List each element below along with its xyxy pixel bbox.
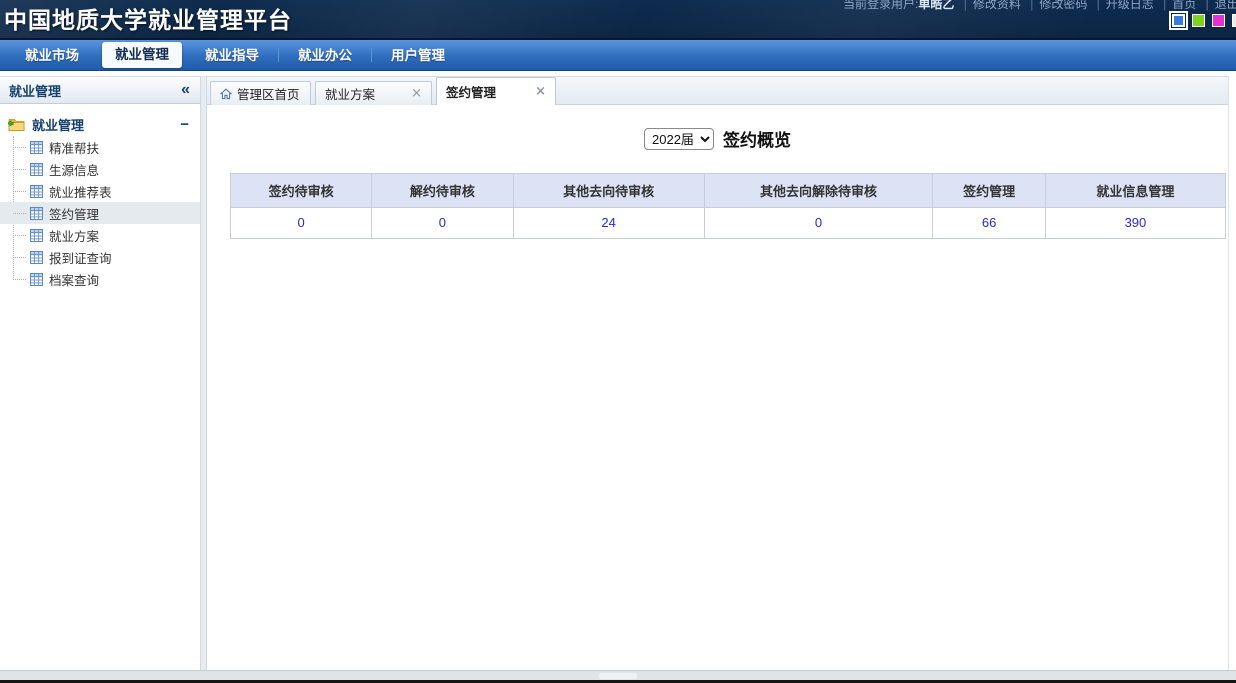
tree-collapse-toggle[interactable]: − (180, 116, 189, 133)
sidebar-item-student-source-info[interactable]: 生源信息 (0, 158, 200, 180)
table-cell: 0 (229, 207, 373, 239)
table-cell: 0 (371, 207, 514, 239)
sidebar-item-employment-plan[interactable]: 就业方案 (0, 224, 200, 246)
table-cell: 66 (932, 207, 1046, 239)
graduation-year-select[interactable]: 2022届 (644, 127, 714, 150)
table-header-row: 签约待审核 解约待审核 其他去向待审核 其他去向解除待审核 签约管理 就业信息管… (229, 173, 1227, 208)
count-link-other-release-pending[interactable]: 0 (815, 215, 822, 230)
col-header-pending-cancel: 解约待审核 (371, 173, 514, 208)
splitter-grip (599, 673, 637, 679)
main-nav: 就业市场 就业管理 就业指导 就业办公 用户管理 (0, 40, 1236, 71)
nav-separator (278, 48, 279, 62)
table-cell: 390 (1044, 207, 1227, 239)
theme-swatch-green[interactable] (1192, 14, 1205, 27)
sidebar-collapse-icon[interactable]: « (181, 82, 190, 98)
tab-strip: 管理区首页 就业方案 × 签约管理 × (207, 76, 1228, 105)
sidebar-item-label: 报到证查询 (49, 251, 112, 266)
tab-admin-home[interactable]: 管理区首页 (210, 81, 311, 105)
sidebar-item-archive-query[interactable]: 档案查询 (0, 268, 200, 290)
col-header-other-pending: 其他去向待审核 (512, 173, 705, 208)
link-separator: | (1030, 0, 1034, 11)
count-link-pending-sign[interactable]: 0 (298, 215, 305, 230)
change-password-link[interactable]: 修改密码 (1039, 0, 1087, 11)
home-link[interactable]: 首页 (1172, 0, 1196, 11)
tree-root-label: 就业管理 (32, 117, 85, 133)
tab-content: 2022届 签约概览 签约待审核 解约待审核 其他去向待审核 其他去向解除待审核… (207, 105, 1228, 670)
tab-label: 管理区首页 (237, 88, 300, 102)
count-link-employment-info[interactable]: 390 (1125, 215, 1147, 230)
link-separator: | (1205, 0, 1209, 11)
link-separator: | (963, 0, 967, 11)
table-cell: 24 (512, 207, 705, 239)
count-link-pending-cancel[interactable]: 0 (439, 215, 446, 230)
grid-icon (30, 250, 43, 264)
link-separator: | (1096, 0, 1100, 11)
page-title: 中国地质大学就业管理平台 (4, 7, 292, 33)
col-header-pending-sign: 签约待审核 (229, 173, 373, 208)
link-separator: | (1163, 0, 1167, 11)
edit-profile-link[interactable]: 修改资料 (973, 0, 1021, 11)
theme-swatch-light[interactable] (1232, 14, 1236, 27)
sidebar-item-recommendation-form[interactable]: 就业推荐表 (0, 180, 200, 202)
nav-separator (371, 48, 372, 62)
table-value-row: 0 0 24 0 66 390 (229, 207, 1227, 239)
nav-item-user-management[interactable]: 用户管理 (374, 40, 462, 71)
tab-label: 签约管理 (446, 86, 497, 100)
tab-contract-management[interactable]: 签约管理 × (436, 77, 556, 105)
grid-icon (30, 228, 43, 242)
tree-children: 精准帮扶 生源信息 就业推荐表 签约管理 就业方案 报到证查询 档案查询 (0, 136, 200, 290)
overview-heading: 签约概览 (723, 131, 791, 150)
col-header-other-release-pending: 其他去向解除待审核 (703, 173, 934, 208)
folder-icon (8, 117, 25, 131)
sidebar-title: 就业管理 (9, 83, 62, 99)
tab-employment-plan[interactable]: 就业方案 × (315, 81, 432, 105)
current-user-name: 单皓乙 (918, 0, 955, 11)
grid-icon (30, 272, 43, 286)
grid-icon (30, 162, 43, 176)
sidebar-item-label: 签约管理 (49, 207, 100, 222)
nav-item-employment-management[interactable]: 就业管理 (102, 42, 182, 68)
theme-picker (1169, 11, 1236, 30)
sidebar-resize-handle[interactable] (200, 76, 207, 670)
logout-link[interactable]: 退出 (1215, 0, 1236, 11)
grid-icon (30, 206, 43, 220)
overview-bar: 2022届 签约概览 (207, 126, 1228, 151)
grid-icon (30, 184, 43, 198)
col-header-employment-info-mgmt: 就业信息管理 (1044, 173, 1227, 208)
app-header: 中国地质大学就业管理平台 当前登录用户:单皓乙 | 修改资料 | 修改密码 | 升级日… (0, 0, 1236, 40)
theme-swatch-magenta[interactable] (1212, 14, 1225, 27)
close-icon[interactable]: × (535, 85, 546, 98)
sidebar-tree: 就业管理 − 精准帮扶 生源信息 就业推荐表 签约管理 就业方案 报到证查询 档… (0, 104, 200, 670)
sidebar-item-label: 就业推荐表 (49, 185, 112, 200)
sidebar-item-contract-management[interactable]: 签约管理 (0, 202, 200, 224)
main-panel: 管理区首页 就业方案 × 签约管理 × 2022届 签约概览 签约待审核 解约待… (207, 76, 1229, 670)
home-icon (220, 88, 232, 100)
grid-icon (30, 140, 43, 154)
nav-item-employment-office[interactable]: 就业办公 (281, 40, 369, 71)
sidebar-item-precise-assistance[interactable]: 精准帮扶 (0, 136, 200, 158)
sidebar-item-label: 生源信息 (49, 163, 100, 178)
signing-overview-table: 签约待审核 解约待审核 其他去向待审核 其他去向解除待审核 签约管理 就业信息管… (229, 173, 1227, 239)
tree-root-employment-management[interactable]: 就业管理 − (0, 112, 200, 136)
nav-item-job-market[interactable]: 就业市场 (8, 40, 96, 71)
count-link-other-pending[interactable]: 24 (601, 215, 615, 230)
nav-item-career-guidance[interactable]: 就业指导 (188, 40, 276, 71)
count-link-contract-mgmt[interactable]: 66 (982, 215, 996, 230)
workspace: 就业管理 « 就业管理 − 精准帮扶 生源信息 就业推荐表 签约管理 就业方案 … (0, 71, 1236, 670)
tab-label: 就业方案 (325, 88, 376, 102)
sidebar-item-label: 档案查询 (49, 273, 100, 288)
sidebar-item-label: 精准帮扶 (49, 141, 100, 156)
theme-swatch-blue[interactable] (1169, 11, 1188, 30)
col-header-contract-mgmt: 签约管理 (932, 173, 1046, 208)
close-icon[interactable]: × (411, 87, 422, 100)
user-links-bar: 当前登录用户:单皓乙 | 修改资料 | 修改密码 | 升级日志 | 首页 | 退出 (843, 0, 1236, 12)
sidebar-panel: 就业管理 « 就业管理 − 精准帮扶 生源信息 就业推荐表 签约管理 就业方案 … (0, 76, 200, 670)
bottom-splitter-bar[interactable] (0, 670, 1236, 680)
sidebar-header: 就业管理 « (0, 76, 200, 104)
upgrade-log-link[interactable]: 升级日志 (1106, 0, 1154, 11)
current-user-prefix: 当前登录用户: (843, 0, 919, 11)
sidebar-item-label: 就业方案 (49, 229, 100, 244)
table-cell: 0 (703, 207, 934, 239)
sidebar-item-registration-card-query[interactable]: 报到证查询 (0, 246, 200, 268)
